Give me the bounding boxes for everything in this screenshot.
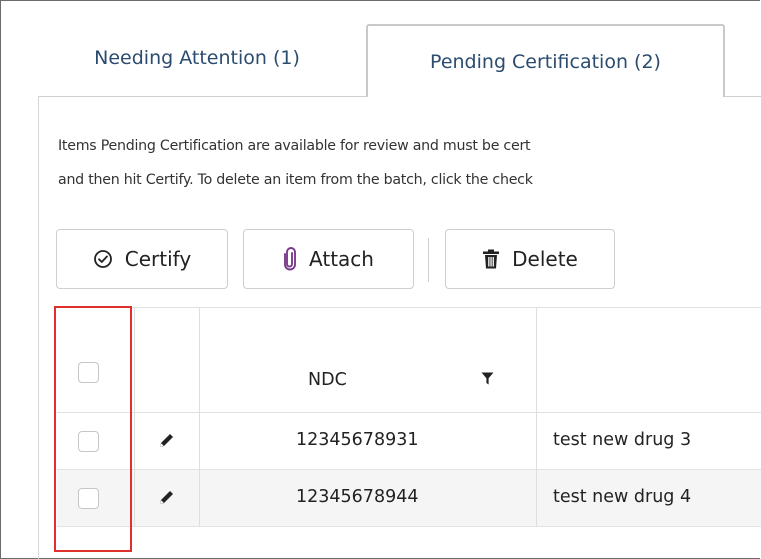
check-circle-icon [93,249,113,269]
panel-border [38,96,39,559]
certify-button[interactable]: Certify [56,229,228,289]
ndc-cell: 12345678931 [296,430,419,450]
table-row[interactable]: 12345678931 test new drug 3 [57,413,761,470]
column-header-ndc: NDC [308,370,347,390]
row-checkbox[interactable] [78,488,99,509]
instructions-line-1: Items Pending Certification are availabl… [58,138,531,154]
tab-strip-divider [38,96,368,97]
tab-pending-certification[interactable]: Pending Certification (2) [366,24,725,97]
tab-label: Pending Certification (2) [430,50,661,73]
column-divider [536,307,537,527]
table-row[interactable]: 12345678944 test new drug 4 [57,470,761,527]
toolbar-separator [428,238,429,282]
select-all-checkbox[interactable] [78,362,99,383]
delete-button[interactable]: Delete [445,229,615,289]
items-grid: NDC 12345678931 test new drug 3 12345678… [57,307,761,559]
edit-pencil-icon[interactable] [158,432,175,453]
drug-name-cell: test new drug 4 [553,487,692,507]
edit-pencil-icon[interactable] [158,489,175,510]
delete-label: Delete [512,247,578,271]
tab-strip-divider [725,96,761,97]
tab-label: Needing Attention (1) [94,47,300,69]
drug-name-cell: test new drug 3 [553,430,692,450]
trash-icon [482,249,500,269]
row-checkbox[interactable] [78,431,99,452]
attach-button[interactable]: Attach [243,229,414,289]
grid-header: NDC [57,307,761,413]
certify-label: Certify [124,247,192,271]
paperclip-icon [283,247,297,271]
filter-icon[interactable] [481,370,494,389]
instructions-line-2: and then hit Certify. To delete an item … [58,172,533,188]
ndc-cell: 12345678944 [296,487,419,507]
tab-needing-attention[interactable]: Needing Attention (1) [38,20,356,96]
attach-label: Attach [309,247,374,271]
column-divider [134,307,135,527]
column-divider [199,307,200,527]
